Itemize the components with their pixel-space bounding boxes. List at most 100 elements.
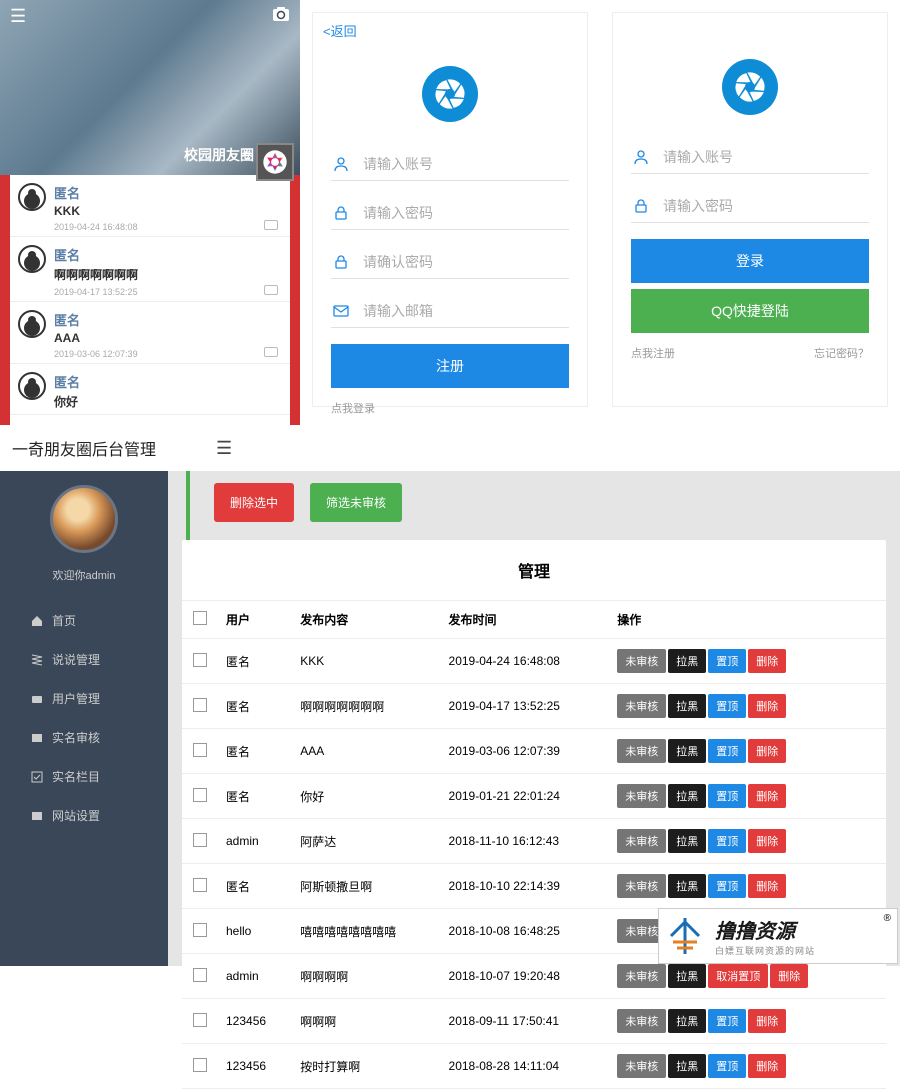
sidebar-item[interactable]: 实名栏目 — [0, 757, 168, 796]
confirm-input[interactable] — [363, 254, 569, 270]
row-checkbox[interactable] — [193, 833, 207, 847]
cell-user: 匿名 — [218, 684, 292, 729]
email-input[interactable] — [363, 303, 569, 319]
col-time: 发布时间 — [441, 601, 610, 639]
watermark-logo-icon — [663, 914, 707, 958]
login-link[interactable]: 点我登录 — [331, 400, 375, 416]
password-input[interactable] — [363, 205, 569, 221]
user-icon — [331, 154, 351, 174]
unreviewed-button[interactable]: 未审核 — [617, 829, 666, 853]
cell-ops: 未审核拉黑置顶删除 — [609, 819, 886, 864]
table-row: 匿名KKK2019-04-24 16:48:08未审核拉黑置顶删除 — [182, 639, 886, 684]
sidebar-item[interactable]: 网站设置 — [0, 796, 168, 835]
block-button[interactable]: 拉黑 — [668, 1054, 706, 1078]
delete-button[interactable]: 删除 — [748, 739, 786, 763]
row-checkbox[interactable] — [193, 1058, 207, 1072]
welcome-text: 欢迎你admin — [53, 567, 116, 583]
untop-button[interactable]: 取消置顶 — [708, 964, 768, 988]
top-button[interactable]: 置顶 — [708, 874, 746, 898]
qq-login-button[interactable]: QQ快捷登陆 — [631, 289, 869, 333]
delete-button[interactable]: 删除 — [748, 784, 786, 808]
top-button[interactable]: 置顶 — [708, 829, 746, 853]
unreviewed-button[interactable]: 未审核 — [617, 694, 666, 718]
cell-time: 2019-03-06 12:07:39 — [441, 729, 610, 774]
feed-item[interactable]: 匿名AAA2019-03-06 12:07:39 — [10, 302, 290, 364]
delete-button[interactable]: 删除 — [748, 1054, 786, 1078]
top-button[interactable]: 置顶 — [708, 649, 746, 673]
register-button[interactable]: 注册 — [331, 344, 569, 388]
sidebar-item[interactable]: 实名审核 — [0, 718, 168, 757]
block-button[interactable]: 拉黑 — [668, 964, 706, 988]
back-link[interactable]: <返回 — [313, 13, 587, 48]
register-link[interactable]: 点我注册 — [631, 345, 675, 361]
top-button[interactable]: 置顶 — [708, 1009, 746, 1033]
table-row: 匿名啊啊啊啊啊啊啊2019-04-17 13:52:25未审核拉黑置顶删除 — [182, 684, 886, 729]
cell-content: 阿萨达 — [292, 819, 440, 864]
row-checkbox[interactable] — [193, 968, 207, 982]
unreviewed-button[interactable]: 未审核 — [617, 1009, 666, 1033]
cell-content: KKK — [292, 639, 440, 684]
unreviewed-button[interactable]: 未审核 — [617, 784, 666, 808]
menu-icon[interactable]: ☰ — [216, 438, 232, 459]
unreviewed-button[interactable]: 未审核 — [617, 964, 666, 988]
delete-button[interactable]: 删除 — [748, 694, 786, 718]
cell-user: 匿名 — [218, 639, 292, 684]
cell-user: admin — [218, 954, 292, 999]
cell-ops: 未审核拉黑置顶删除 — [609, 999, 886, 1044]
row-checkbox[interactable] — [193, 653, 207, 667]
select-all-checkbox[interactable] — [193, 611, 207, 625]
feed-item[interactable]: 匿名KKK2019-04-24 16:48:08 — [10, 175, 290, 237]
forgot-link[interactable]: 忘记密码？ — [814, 345, 869, 361]
password-input[interactable] — [663, 198, 869, 214]
delete-button[interactable]: 删除 — [770, 964, 808, 988]
row-checkbox[interactable] — [193, 698, 207, 712]
row-checkbox[interactable] — [193, 878, 207, 892]
block-button[interactable]: 拉黑 — [668, 829, 706, 853]
block-button[interactable]: 拉黑 — [668, 649, 706, 673]
block-button[interactable]: 拉黑 — [668, 874, 706, 898]
row-checkbox[interactable] — [193, 1013, 207, 1027]
delete-button[interactable]: 删除 — [748, 874, 786, 898]
sidebar-item[interactable]: 说说管理 — [0, 640, 168, 679]
unreviewed-button[interactable]: 未审核 — [617, 649, 666, 673]
cell-content: 啊啊啊 — [292, 999, 440, 1044]
feed-item[interactable]: 匿名啊啊啊啊啊啊啊2019-04-17 13:52:25 — [10, 237, 290, 302]
feed-item[interactable]: 匿名你好 — [10, 364, 290, 415]
top-button[interactable]: 置顶 — [708, 784, 746, 808]
top-button[interactable]: 置顶 — [708, 694, 746, 718]
comment-icon[interactable] — [264, 347, 278, 357]
unreviewed-button[interactable]: 未审核 — [617, 1054, 666, 1078]
row-checkbox[interactable] — [193, 743, 207, 757]
block-button[interactable]: 拉黑 — [668, 1009, 706, 1033]
camera-icon[interactable] — [272, 6, 290, 27]
unreviewed-button[interactable]: 未审核 — [617, 739, 666, 763]
delete-selected-button[interactable]: 删除选中 — [214, 483, 294, 522]
unreviewed-button[interactable]: 未审核 — [617, 874, 666, 898]
block-button[interactable]: 拉黑 — [668, 739, 706, 763]
delete-button[interactable]: 删除 — [748, 649, 786, 673]
block-button[interactable]: 拉黑 — [668, 784, 706, 808]
logo-icon — [422, 66, 478, 122]
filter-unreviewed-button[interactable]: 筛选未审核 — [310, 483, 402, 522]
avatar-icon — [18, 245, 46, 273]
menu-item-icon — [30, 653, 44, 667]
cell-user: 123456 — [218, 1044, 292, 1089]
block-button[interactable]: 拉黑 — [668, 694, 706, 718]
cell-time: 2019-01-21 22:01:24 — [441, 774, 610, 819]
sidebar-item[interactable]: 用户管理 — [0, 679, 168, 718]
row-checkbox[interactable] — [193, 923, 207, 937]
login-button[interactable]: 登录 — [631, 239, 869, 283]
row-checkbox[interactable] — [193, 788, 207, 802]
account-input[interactable] — [663, 149, 869, 165]
account-input[interactable] — [363, 156, 569, 172]
top-button[interactable]: 置顶 — [708, 1054, 746, 1078]
cell-ops: 未审核拉黑置顶删除 — [609, 684, 886, 729]
delete-button[interactable]: 删除 — [748, 1009, 786, 1033]
top-button[interactable]: 置顶 — [708, 739, 746, 763]
comment-icon[interactable] — [264, 220, 278, 230]
menu-icon[interactable]: ☰ — [10, 6, 26, 27]
sidebar-item[interactable]: 首页 — [0, 601, 168, 640]
comment-icon[interactable] — [264, 285, 278, 295]
cell-ops: 未审核拉黑置顶删除 — [609, 1044, 886, 1089]
delete-button[interactable]: 删除 — [748, 829, 786, 853]
